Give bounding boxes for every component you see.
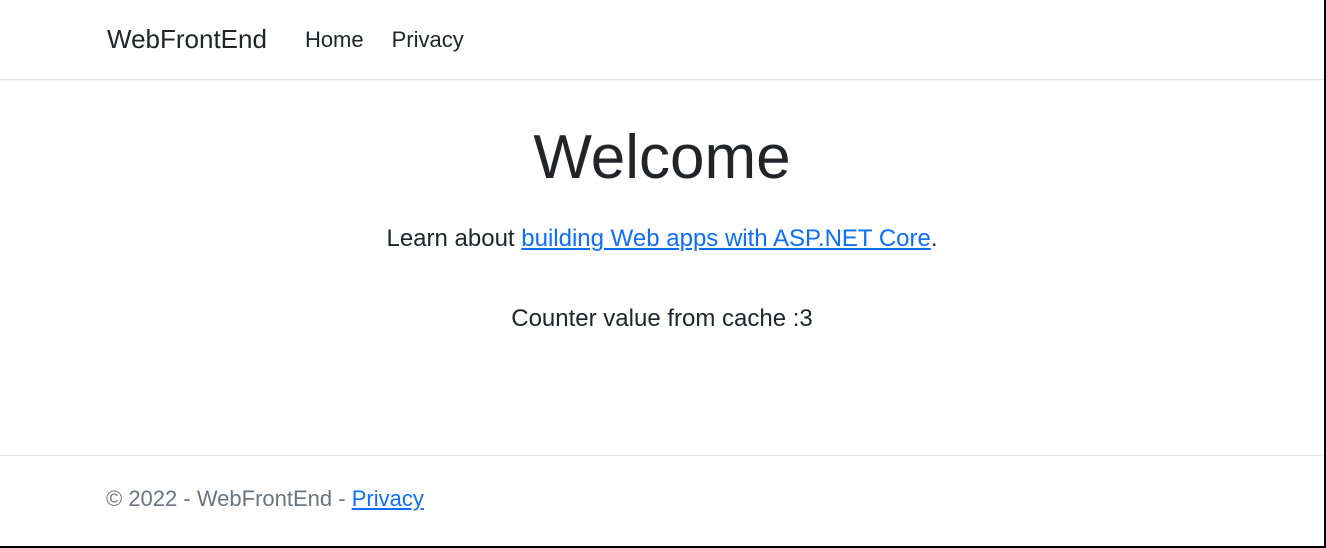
page-title: Welcome — [0, 122, 1324, 193]
footer: © 2022 - WebFrontEnd - Privacy — [0, 455, 1322, 546]
footer-privacy-link[interactable]: Privacy — [352, 486, 424, 511]
main-content: Welcome Learn about building Web apps wi… — [0, 80, 1324, 393]
nav-links: Home Privacy — [305, 27, 464, 53]
footer-inner: © 2022 - WebFrontEnd - Privacy — [91, 486, 1231, 512]
learn-line: Learn about building Web apps with ASP.N… — [0, 225, 1324, 253]
learn-prefix: Learn about — [386, 225, 521, 252]
nav-link-home[interactable]: Home — [305, 27, 364, 53]
brand-link[interactable]: WebFrontEnd — [107, 24, 267, 55]
footer-copyright: © 2022 - WebFrontEnd - — [106, 486, 352, 511]
learn-link[interactable]: building Web apps with ASP.NET Core — [521, 225, 931, 252]
navbar-inner: WebFrontEnd Home Privacy — [92, 24, 1232, 55]
navbar: WebFrontEnd Home Privacy — [0, 0, 1324, 80]
learn-suffix: . — [931, 225, 938, 252]
nav-link-privacy[interactable]: Privacy — [392, 27, 464, 53]
counter-prefix: Counter value from cache : — [511, 305, 799, 332]
counter-value: 3 — [799, 305, 812, 332]
counter-line: Counter value from cache :3 — [0, 305, 1324, 333]
